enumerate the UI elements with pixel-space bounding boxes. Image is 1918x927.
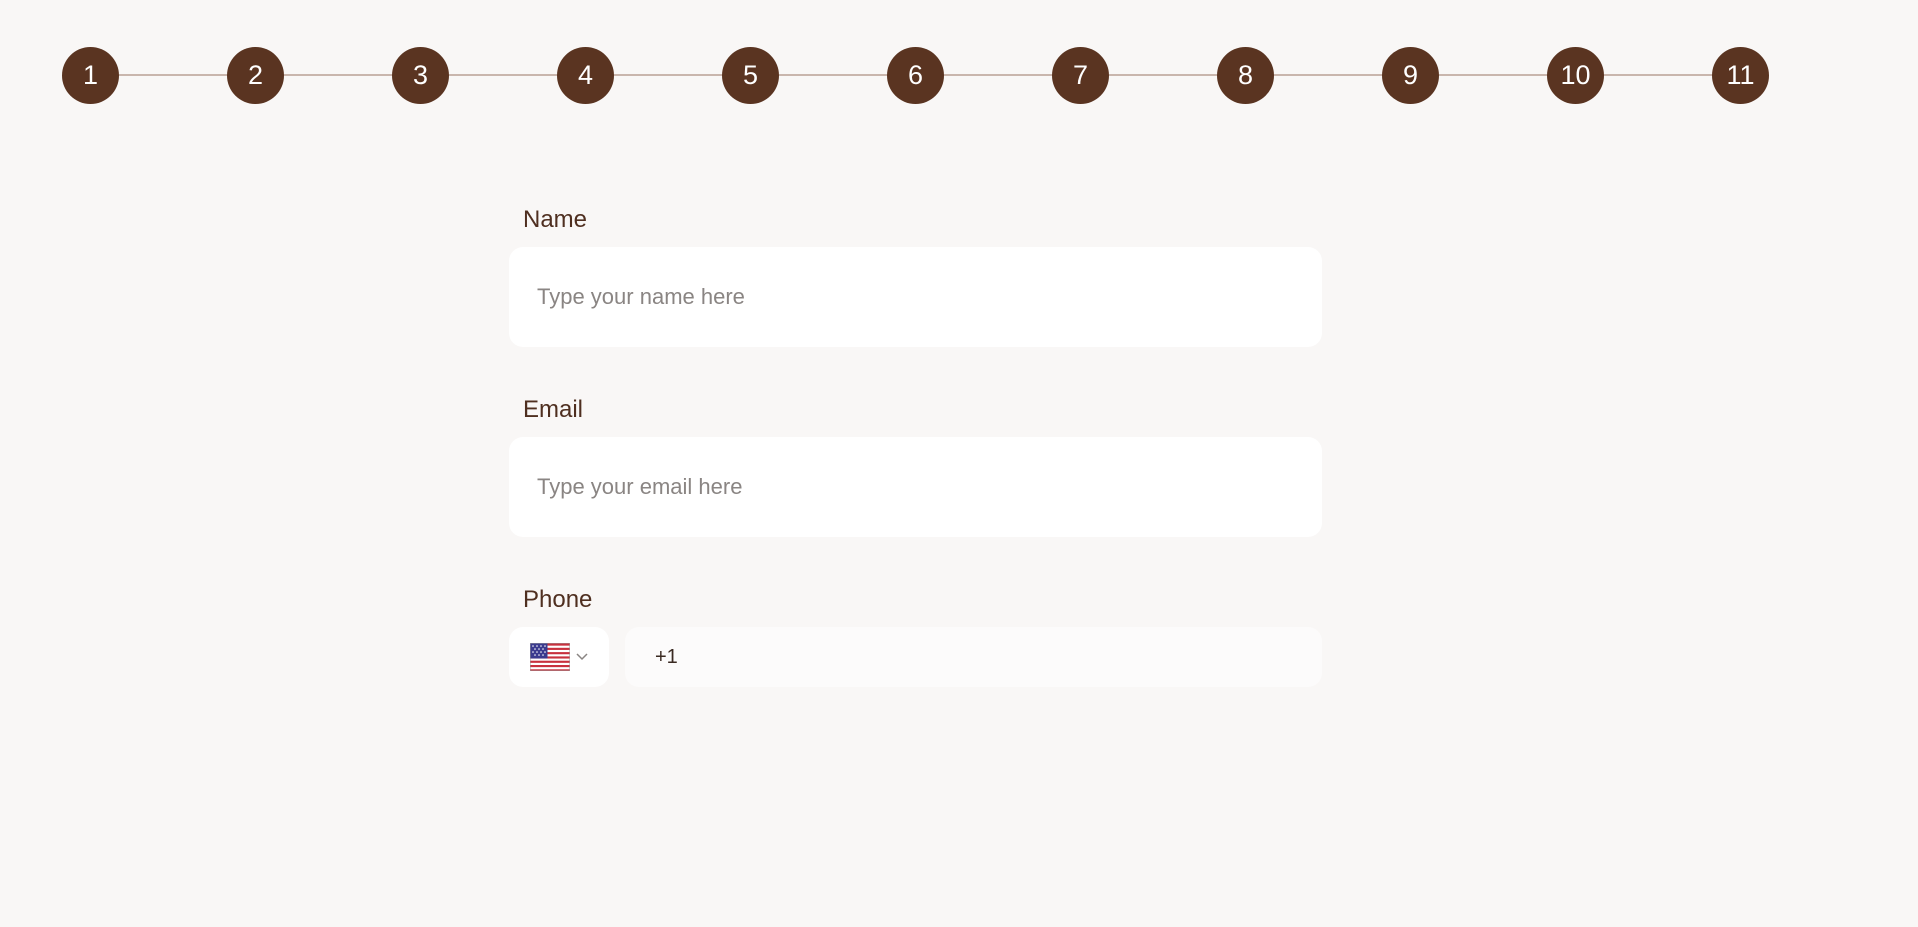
email-label: Email xyxy=(523,396,584,423)
step-10[interactable]: 10 xyxy=(1547,47,1604,104)
contact-form: Name Email Phone xyxy=(509,203,1322,687)
email-input[interactable] xyxy=(509,437,1322,537)
country-code-select[interactable] xyxy=(509,627,609,687)
stepper-steps: 1 2 3 4 5 6 7 8 9 10 11 xyxy=(62,47,1769,104)
phone-field-group: Phone xyxy=(509,583,1322,687)
name-input[interactable] xyxy=(509,247,1322,347)
step-4[interactable]: 4 xyxy=(557,47,614,104)
step-8[interactable]: 8 xyxy=(1217,47,1274,104)
step-3[interactable]: 3 xyxy=(392,47,449,104)
progress-stepper: 1 2 3 4 5 6 7 8 9 10 11 xyxy=(62,47,1769,104)
phone-label: Phone xyxy=(523,586,593,613)
step-9[interactable]: 9 xyxy=(1382,47,1439,104)
step-2[interactable]: 2 xyxy=(227,47,284,104)
step-6[interactable]: 6 xyxy=(887,47,944,104)
name-field-group: Name xyxy=(509,203,1322,347)
us-flag-icon xyxy=(530,643,570,671)
phone-input[interactable] xyxy=(625,627,1322,687)
step-11[interactable]: 11 xyxy=(1712,47,1769,104)
step-1[interactable]: 1 xyxy=(62,47,119,104)
name-label: Name xyxy=(523,206,588,233)
step-5[interactable]: 5 xyxy=(722,47,779,104)
chevron-down-icon xyxy=(576,653,588,661)
phone-row xyxy=(509,627,1322,687)
email-field-group: Email xyxy=(509,393,1322,537)
step-7[interactable]: 7 xyxy=(1052,47,1109,104)
